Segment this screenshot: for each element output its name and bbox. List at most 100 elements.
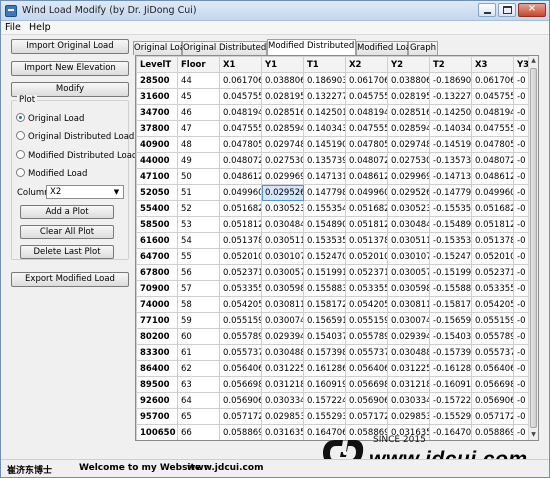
table-cell[interactable]: -0.1322726 bbox=[429, 88, 472, 105]
table-cell[interactable]: 0.04755525 bbox=[219, 120, 262, 137]
table-cell[interactable]: -0.1425015 bbox=[429, 104, 472, 121]
row-header-cell[interactable]: 70900 bbox=[136, 280, 178, 297]
table-cell[interactable]: 0.03880645 bbox=[261, 72, 304, 89]
table-cell[interactable]: 0.15403746 bbox=[303, 328, 346, 345]
table-cell[interactable]: -0.1558834 bbox=[429, 280, 472, 297]
table-cell[interactable]: 0.05717263 bbox=[219, 408, 262, 425]
row-header-cell[interactable]: 74000 bbox=[136, 296, 178, 313]
table-cell[interactable]: 0.03010738 bbox=[261, 248, 304, 265]
table-cell[interactable]: 0.03007460 bbox=[261, 312, 304, 329]
table-row[interactable]: 70900570.053355150.030598430.155883450.0… bbox=[136, 280, 531, 297]
table-cell[interactable]: 0.15489073 bbox=[303, 216, 346, 233]
table-cell[interactable]: 0.06172419 bbox=[220, 441, 262, 442]
table-cell[interactable]: 0.02939406 bbox=[387, 328, 430, 345]
table-cell[interactable]: 44 bbox=[177, 72, 220, 89]
row-header-cell[interactable]: 100650 bbox=[136, 424, 178, 440]
table-cell[interactable]: 0.15247034 bbox=[303, 248, 346, 265]
table-cell[interactable]: 0.05717263 bbox=[471, 408, 514, 425]
table-cell[interactable]: 0.04755525 bbox=[345, 120, 388, 137]
row-header-cell[interactable]: 31600 bbox=[136, 88, 178, 105]
table-cell[interactable]: -0.1573985 bbox=[429, 344, 472, 361]
table-cell[interactable]: 46 bbox=[177, 104, 220, 121]
table-cell[interactable]: -0.1565910 bbox=[429, 312, 472, 329]
column-header[interactable]: Y2 bbox=[387, 56, 430, 73]
table-row[interactable]: 55400520.051682250.030523820.155354830.0… bbox=[136, 200, 531, 217]
table-cell[interactable]: 0.05573714 bbox=[471, 344, 514, 361]
table-cell[interactable]: 0.04819453 bbox=[345, 104, 388, 121]
table-row[interactable]: 61600540.051378350.030511340.153535900.0… bbox=[136, 232, 531, 249]
table-cell[interactable]: 0.02819562 bbox=[261, 88, 304, 105]
table-cell[interactable]: -0.1535359 bbox=[429, 232, 472, 249]
table-cell[interactable]: 0.05573714 bbox=[219, 344, 262, 361]
row-header-cell[interactable]: 67800 bbox=[136, 264, 178, 281]
table-cell[interactable]: 0.04780535 bbox=[345, 136, 388, 153]
table-cell[interactable]: -0.1471319 bbox=[429, 168, 472, 185]
table-cell[interactable]: 0.05201019 bbox=[345, 248, 388, 265]
table-cell[interactable]: 0.05573714 bbox=[345, 344, 388, 361]
row-header-cell[interactable]: 44000 bbox=[136, 152, 178, 169]
table-cell[interactable]: 0.04861213 bbox=[471, 168, 514, 185]
table-cell[interactable]: 0.15817273 bbox=[303, 296, 346, 313]
table-cell[interactable]: 0.14034339 bbox=[303, 120, 346, 137]
table-cell[interactable]: 45 bbox=[177, 88, 220, 105]
row-header-cell[interactable]: 83300 bbox=[136, 344, 178, 361]
table-cell[interactable]: 0.05717263 bbox=[345, 408, 388, 425]
table-cell[interactable]: 0.06170645 bbox=[345, 72, 388, 89]
table-cell[interactable]: 0.05335515 bbox=[345, 280, 388, 297]
table-cell[interactable]: 0.04807206 bbox=[219, 152, 262, 169]
table-cell[interactable]: 63 bbox=[177, 376, 220, 393]
table-cell[interactable]: 0.02952648 bbox=[261, 184, 304, 201]
import-new-elevation-button[interactable]: Import New Elevation bbox=[11, 61, 129, 76]
scroll-down-icon[interactable]: ▼ bbox=[529, 430, 538, 440]
radio-modified-load[interactable]: Modified Load bbox=[16, 168, 87, 180]
table-cell[interactable]: 0.15529353 bbox=[303, 408, 346, 425]
table-cell[interactable]: 0.05690685 bbox=[345, 392, 388, 409]
column-header[interactable]: X2 bbox=[345, 56, 388, 73]
table-cell[interactable]: 0.05640619 bbox=[219, 360, 262, 377]
table-cell[interactable]: 0.05669807 bbox=[345, 376, 388, 393]
table-cell[interactable]: 0.05201019 bbox=[219, 248, 262, 265]
table-cell[interactable]: 0.03059843 bbox=[387, 280, 430, 297]
table-cell[interactable]: 0.02985373 bbox=[261, 408, 304, 425]
row-header-cell[interactable]: 86400 bbox=[136, 360, 178, 377]
table-cell[interactable]: 0.03010738 bbox=[387, 248, 430, 265]
table-cell[interactable]: 0.03051134 bbox=[387, 232, 430, 249]
close-button[interactable]: × bbox=[518, 3, 546, 17]
table-cell[interactable]: 0.04755525 bbox=[471, 120, 514, 137]
clear-all-plot-button[interactable]: Clear All Plot bbox=[20, 225, 114, 239]
table-cell[interactable]: 0.06172419 bbox=[472, 441, 514, 442]
table-row[interactable]: 40900480.047805350.029748690.145190420.0… bbox=[136, 136, 531, 153]
delete-last-plot-button[interactable]: Delete Last Plot bbox=[20, 245, 114, 259]
table-cell[interactable]: 53 bbox=[177, 216, 220, 233]
table-row[interactable]: 92600640.056906850.030334750.157224340.0… bbox=[136, 392, 531, 409]
table-cell[interactable]: -0.1717419 bbox=[430, 441, 472, 442]
table-cell[interactable]: 0.05237190 bbox=[345, 264, 388, 281]
table-cell[interactable]: 51 bbox=[177, 184, 220, 201]
table-cell[interactable]: 0.04861213 bbox=[219, 168, 262, 185]
row-header-cell[interactable]: 28500 bbox=[136, 72, 178, 89]
table-cell[interactable]: 0.05168225 bbox=[471, 200, 514, 217]
table-cell[interactable]: 0.14713196 bbox=[303, 168, 346, 185]
table-cell[interactable]: 56 bbox=[177, 264, 220, 281]
column-header[interactable]: LevelT bbox=[136, 56, 178, 73]
table-cell[interactable]: 0.02974869 bbox=[387, 136, 430, 153]
table-cell[interactable]: 0.03163563 bbox=[261, 424, 304, 440]
table-cell[interactable]: 0.03121841 bbox=[387, 376, 430, 393]
column-header[interactable]: T1 bbox=[303, 56, 346, 73]
table-cell[interactable]: 0.05886993 bbox=[471, 424, 514, 440]
table-cell[interactable]: 0.03081196 bbox=[387, 296, 430, 313]
table-cell[interactable]: 0.03122559 bbox=[261, 360, 304, 377]
table-cell[interactable]: 0.05886993 bbox=[219, 424, 262, 440]
table-cell[interactable]: 0.03052382 bbox=[387, 200, 430, 217]
table-row[interactable]: 58500530.051812740.030484180.154890730.0… bbox=[136, 216, 531, 233]
table-cell[interactable]: 0.03048824 bbox=[387, 344, 430, 361]
row-header-cell[interactable]: 61600 bbox=[136, 232, 178, 249]
table-cell[interactable]: 0.04807206 bbox=[471, 152, 514, 169]
row-header-cell[interactable]: 89500 bbox=[136, 376, 178, 393]
table-cell[interactable]: 0.04780535 bbox=[219, 136, 262, 153]
table-cell[interactable]: -0.1612861 bbox=[429, 360, 472, 377]
table-cell[interactable]: 48 bbox=[177, 136, 220, 153]
table-cell[interactable]: 0.04575587 bbox=[219, 88, 262, 105]
data-grid[interactable]: LevelT Floor X1 Y1 T1 X2 Y2 T2 X3 Y3 28500 44 0.061… bbox=[135, 55, 539, 441]
table-cell[interactable]: 0.15722434 bbox=[303, 392, 346, 409]
